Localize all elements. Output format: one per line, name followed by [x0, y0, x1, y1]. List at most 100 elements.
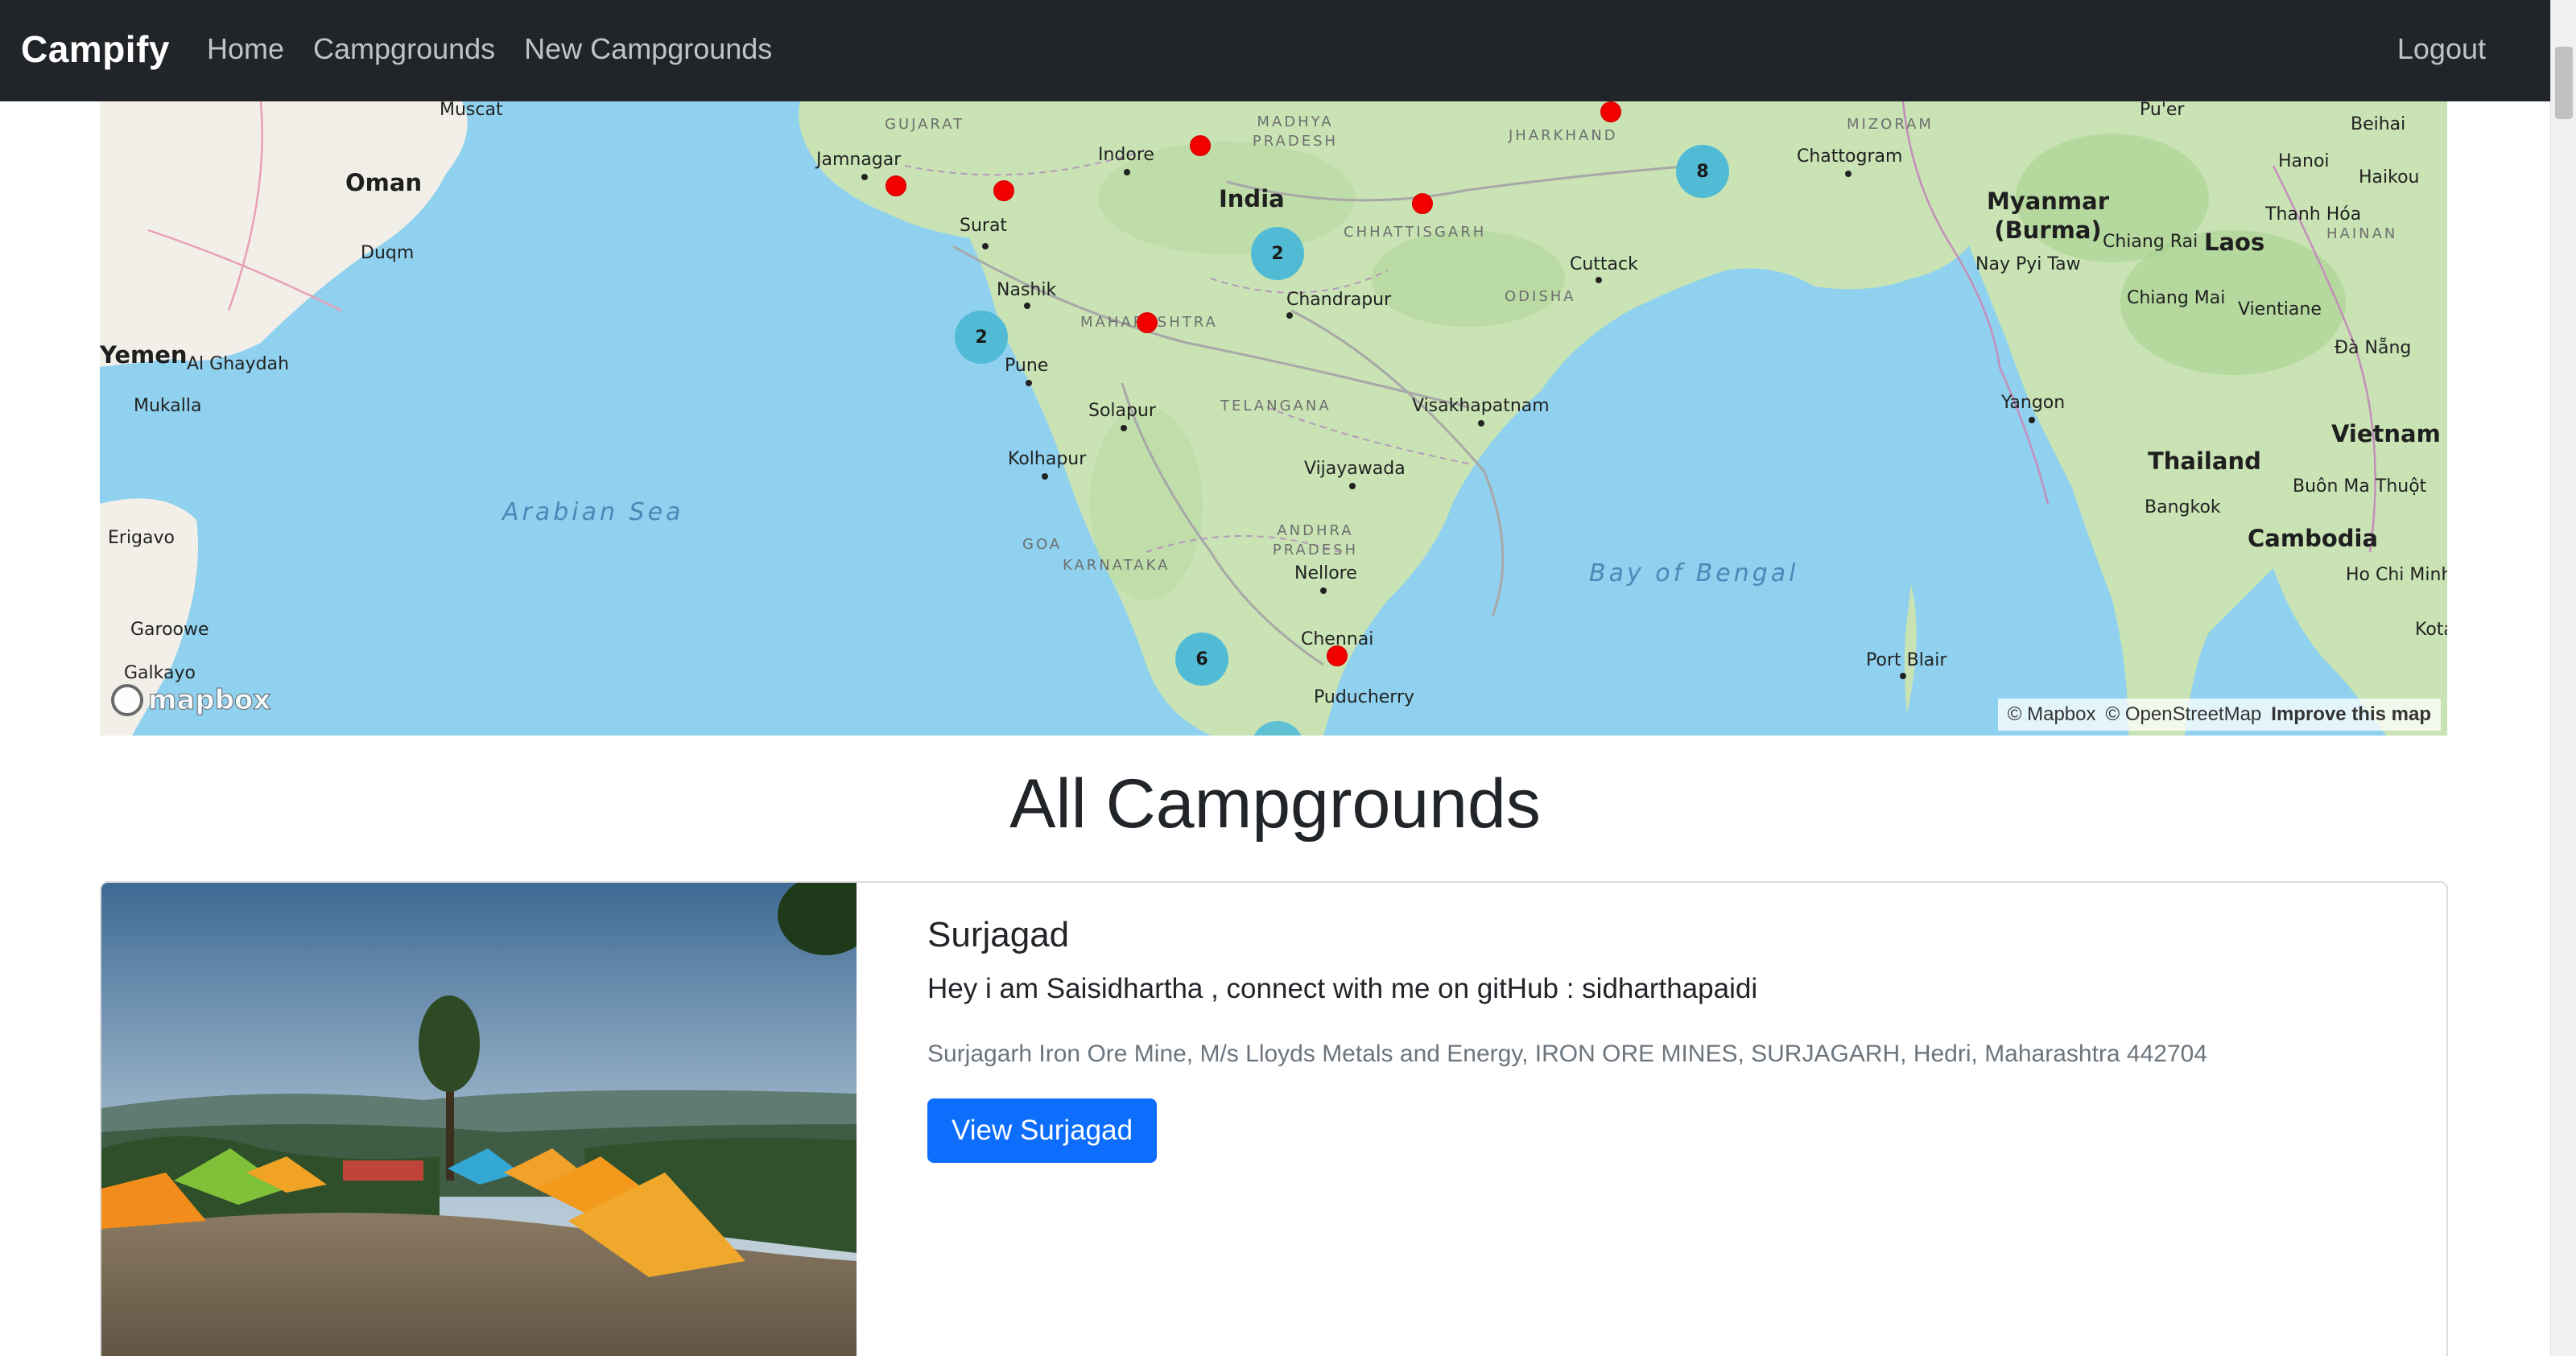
nav-links: Home Campgrounds New Campgrounds — [207, 32, 772, 66]
map-label-city: Haikou — [2359, 167, 2420, 188]
campground-marker[interactable] — [1412, 193, 1433, 214]
map-label-city: Vijayawada — [1304, 459, 1406, 479]
map-label-city: Chandrapur — [1286, 290, 1392, 310]
map-label-bay-of-bengal: Bay of Bengal — [1589, 559, 1799, 587]
logout-link[interactable]: Logout — [2397, 32, 2486, 66]
map-label-city: Visakhapatnam — [1412, 396, 1550, 416]
cluster-marker[interactable]: 2 — [955, 311, 1008, 364]
map-label-state: ODISHA — [1505, 288, 1576, 305]
mapbox-logo-icon — [111, 684, 143, 716]
campground-card: Surjagad Hey i am Saisidhartha , connect… — [100, 881, 2448, 1356]
map-label-state: GUJARAT — [885, 116, 965, 133]
map-label-city: Indore — [1098, 145, 1154, 165]
city-dot — [982, 243, 989, 249]
campground-card-body: Surjagad Hey i am Saisidhartha , connect… — [927, 915, 2376, 1163]
map-label-state: ANDHRA PRADESH — [1272, 522, 1359, 558]
attribution-osm-link[interactable]: © OpenStreetMap — [2106, 703, 2262, 726]
map-label-state: KARNATAKA — [1063, 557, 1170, 574]
map-label-arabian-sea: Arabian Sea — [502, 498, 684, 526]
page-title: All Campgrounds — [1009, 765, 1541, 843]
cluster-marker[interactable]: 2 — [1251, 227, 1304, 280]
cluster-marker[interactable]: 8 — [1676, 145, 1729, 198]
map-label-city: Puducherry — [1314, 687, 1415, 707]
campground-image — [101, 883, 857, 1356]
map-label-city: Nellore — [1294, 563, 1357, 583]
cluster-marker[interactable]: 6 — [1175, 633, 1228, 686]
campground-marker[interactable] — [886, 175, 906, 196]
map-label-city: Duqm — [361, 243, 415, 263]
map-label-city: Ho Chi Minh — [2346, 565, 2447, 585]
map-label-city: Kota — [2415, 620, 2447, 640]
city-dot — [2029, 417, 2035, 423]
improve-map-link[interactable]: Improve this map — [2271, 703, 2431, 726]
city-dot — [1286, 312, 1293, 319]
map-label-city: Mukalla — [134, 396, 202, 416]
navbar: Campify Home Campgrounds New Campgrounds… — [0, 0, 2550, 101]
map-label-vietnam: Vietnam — [2331, 420, 2441, 447]
campground-marker[interactable] — [993, 180, 1014, 201]
city-dot — [1042, 473, 1048, 480]
map-label-city: Vientiane — [2238, 299, 2322, 319]
city-dot — [1320, 587, 1327, 594]
map-label-laos: Laos — [2204, 229, 2265, 256]
map-label-city: Thanh Hóa — [2265, 204, 2362, 225]
campground-marker[interactable] — [1137, 312, 1158, 333]
map-label-city: Đà Nẵng — [2334, 338, 2412, 358]
map-attribution: © Mapbox © OpenStreetMap Improve this ma… — [1997, 699, 2441, 731]
brand-logo[interactable]: Campify — [21, 27, 170, 71]
map-label-state: JHARKHAND — [1509, 127, 1618, 144]
app-viewport: Campify Home Campgrounds New Campgrounds… — [0, 0, 2576, 1356]
city-dot — [1124, 169, 1130, 175]
map-label-city: Surat — [960, 216, 1008, 236]
map-label-city: Chattogram — [1797, 146, 1903, 167]
map-label-city: Galkayo — [124, 663, 196, 683]
map-label-thailand: Thailand — [2148, 447, 2261, 475]
map-label-myanmar: Myanmar (Burma) — [1986, 188, 2110, 244]
map-label-city: Erigavo — [108, 528, 175, 548]
map-label-city: Jamnagar — [816, 150, 902, 170]
map-label-city: Pu'er — [2140, 101, 2185, 120]
map-label-city: Port Blair — [1866, 650, 1947, 670]
map-label-city: Nay Pyi Taw — [1975, 254, 2081, 274]
campground-photo — [101, 883, 857, 1356]
city-dot — [1121, 425, 1127, 431]
campground-marker[interactable] — [1327, 645, 1348, 666]
map-label-city: Chiang Mai — [2127, 288, 2226, 308]
map-label-city: Beihai — [2351, 114, 2406, 134]
map-label-city: Garoowe — [130, 620, 209, 640]
map-label-city: Muscat — [440, 101, 503, 120]
map-label-state: GOA — [1022, 536, 1063, 553]
nav-link-new-campground[interactable]: New Campgrounds — [524, 32, 772, 66]
campground-marker[interactable] — [1190, 135, 1211, 156]
map-label-city: Solapur — [1088, 401, 1156, 421]
campground-marker[interactable] — [1600, 101, 1621, 122]
map-label-city: Kolhapur — [1008, 449, 1087, 469]
map-label-city: Cuttack — [1570, 254, 1638, 274]
map-label-state: MIZORAM — [1847, 116, 1934, 133]
city-dot — [1478, 420, 1484, 427]
city-dot — [1845, 171, 1852, 177]
mapbox-logo[interactable]: mapbox — [111, 684, 271, 717]
city-dot — [1900, 673, 1906, 679]
map-label-india: India — [1219, 185, 1285, 212]
mapbox-logo-text: mapbox — [147, 684, 271, 717]
campground-title: Surjagad — [927, 915, 1070, 954]
map-label-yemen: Yemen — [100, 341, 188, 369]
map-label-city: Bangkok — [2145, 497, 2221, 517]
map-label-oman: Oman — [345, 169, 423, 196]
nav-link-campgrounds[interactable]: Campgrounds — [313, 32, 495, 66]
city-dot — [1024, 303, 1030, 309]
city-dot — [861, 174, 868, 180]
nav-link-home[interactable]: Home — [207, 32, 284, 66]
cluster-map[interactable]: Oman India Yemen Myanmar (Burma) Laos Th… — [100, 101, 2447, 736]
map-label-city: Al Ghaydah — [187, 354, 290, 374]
page-scrollbar[interactable] — [2550, 0, 2576, 1356]
attribution-mapbox-link[interactable]: © Mapbox — [2008, 703, 2096, 726]
view-campground-button[interactable]: View Surjagad — [927, 1098, 1158, 1163]
map-label-cambodia: Cambodia — [2248, 525, 2379, 552]
campground-location: Surjagarh Iron Ore Mine, M/s Lloyds Meta… — [927, 1041, 2208, 1067]
map-label-state: HAINAN — [2326, 225, 2398, 242]
map-label-city: Yangon — [2001, 393, 2066, 413]
map-label-state: MADHYA PRADESH — [1252, 113, 1339, 150]
scrollbar-thumb[interactable] — [2555, 47, 2573, 119]
